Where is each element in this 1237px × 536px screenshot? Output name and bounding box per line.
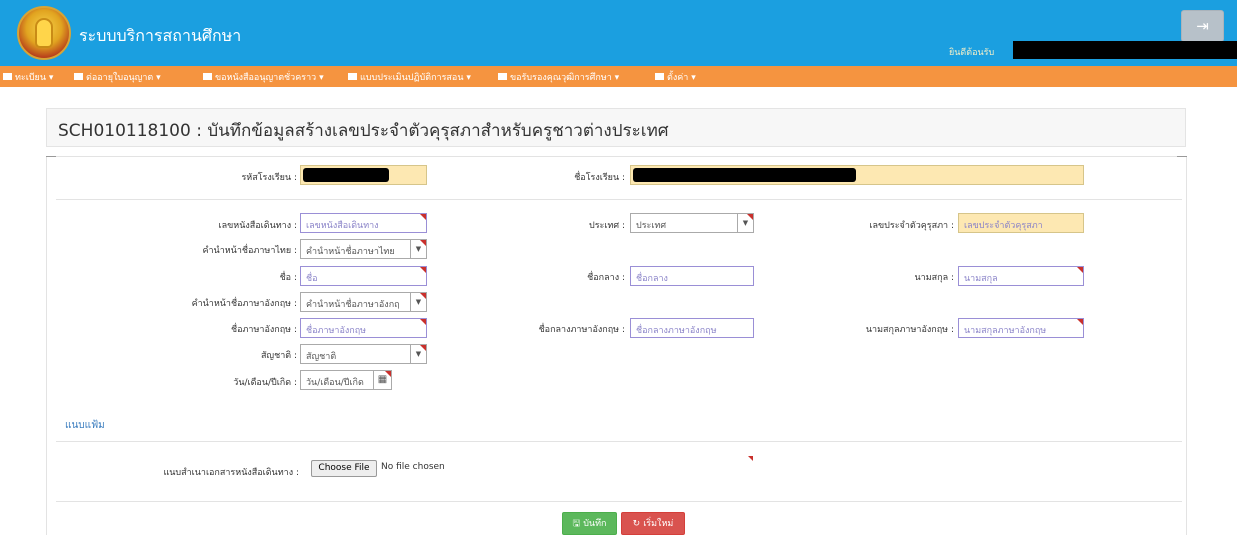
divider [56, 501, 1182, 502]
en-prefix-value: คำนำหน้าชื่อภาษาอังกฤ [306, 300, 400, 310]
dob-label: วัน/เดือน/ปีเกิด : [233, 378, 297, 388]
logout-button[interactable]: ⇥ [1181, 10, 1224, 42]
page-title: SCH010118100 : บันทึกข้อมูลสร้างเลขประจำ… [58, 121, 669, 141]
menu-list-icon [498, 73, 507, 80]
country-select[interactable]: ประเทศ ▼ [630, 213, 754, 233]
floppy-disk-icon: 🖫 [572, 519, 581, 529]
menu-teaching-evaluation[interactable]: แบบประเมินปฏิบัติการสอน ▾ [348, 70, 471, 84]
nationality-value: สัญชาติ [306, 352, 337, 362]
en-prefix-select[interactable]: คำนำหน้าชื่อภาษาอังกฤ ▼ [300, 292, 427, 312]
menu-list-icon [74, 73, 83, 80]
menu-label: ขอหนังสืออนุญาตชั่วคราว [215, 73, 317, 83]
en-last-name-label: นามสกุลภาษาอังกฤษ : [865, 325, 954, 335]
caret-down-icon: ▾ [691, 73, 696, 83]
menu-label: ต่ออายุใบอนุญาต [86, 73, 154, 83]
app-title: ระบบบริการสถานศึกษา [79, 26, 242, 45]
menu-list-icon [203, 73, 212, 80]
chevron-down-icon: ▼ [410, 293, 426, 311]
page-title-panel: SCH010118100 : บันทึกข้อมูลสร้างเลขประจำ… [46, 108, 1186, 147]
reset-button-label: เริ่มใหม่ [643, 519, 674, 529]
school-code-field [300, 165, 427, 185]
caret-down-icon: ▾ [466, 73, 471, 83]
en-prefix-label: คำนำหน้าชื่อภาษาอังกฤษ : [191, 299, 297, 309]
middle-name-label: ชื่อกลาง : [587, 273, 625, 283]
school-emblem-logo [17, 6, 71, 60]
divider [56, 199, 1182, 200]
menu-temporary-permit[interactable]: ขอหนังสืออนุญาตชั่วคราว ▾ [203, 70, 324, 84]
choose-file-button[interactable]: Choose File [311, 460, 377, 477]
menu-label: แบบประเมินปฏิบัติการสอน [360, 73, 464, 83]
thai-prefix-select[interactable]: คำนำหน้าชื่อภาษาไทย ▼ [300, 239, 427, 259]
menu-label: ตั้งค่า [667, 73, 689, 83]
user-name-redacted [1013, 41, 1237, 59]
school-name-field [630, 165, 1084, 185]
menu-qualification-certification[interactable]: ขอรับรองคุณวุฒิการศึกษา ▾ [498, 70, 619, 84]
nationality-select[interactable]: สัญชาติ ▼ [300, 344, 427, 364]
logout-icon: ⇥ [1196, 17, 1209, 35]
nationality-label: สัญชาติ : [260, 351, 297, 361]
caret-down-icon: ▾ [156, 73, 161, 83]
school-code-label: รหัสโรงเรียน : [241, 173, 297, 183]
menu-settings[interactable]: ตั้งค่า ▾ [655, 70, 696, 84]
menu-list-icon [3, 73, 12, 80]
chevron-down-icon: ▼ [410, 240, 426, 258]
save-button-label: บันทึก [583, 519, 607, 529]
last-name-label: นามสกุล : [914, 273, 955, 283]
menu-registration[interactable]: ทะเบียน ▾ [3, 70, 53, 84]
menu-label: ขอรับรองคุณวุฒิการศึกษา [510, 73, 612, 83]
caret-down-icon: ▾ [319, 73, 324, 83]
file-status-text: No file chosen [381, 462, 445, 472]
last-name-input[interactable]: นามสกุล [958, 266, 1084, 286]
main-menu-bar: ทะเบียน ▾ ต่ออายุใบอนุญาต ▾ ขอหนังสืออนุ… [0, 66, 1237, 87]
country-select-value: ประเทศ [636, 221, 667, 231]
passport-copy-label: แนบสำเนาเอกสารหนังสือเดินทาง : [163, 468, 299, 478]
chevron-down-icon: ▼ [410, 345, 426, 363]
menu-list-icon [655, 73, 664, 80]
en-last-name-input[interactable]: นามสกุลภาษาอังกฤษ [958, 318, 1084, 338]
first-name-input[interactable]: ชื่อ [300, 266, 427, 286]
dob-input[interactable]: วัน/เดือน/ปีเกิด ▦ [300, 370, 392, 390]
refresh-icon: ↻ [632, 519, 641, 529]
first-name-label: ชื่อ : [279, 273, 297, 283]
panel-corner [46, 156, 56, 164]
panel-corner [1177, 156, 1187, 164]
save-button[interactable]: 🖫 บันทึก [562, 512, 617, 535]
passport-input[interactable]: เลขหนังสือเดินทาง [300, 213, 427, 233]
kurusapa-id-field: เลขประจำตัวคุรุสภา [958, 213, 1084, 233]
en-middle-name-label: ชื่อกลางภาษาอังกฤษ : [538, 325, 625, 335]
top-header: ระบบบริการสถานศึกษา ⇥ ยินดีต้อนรับ [0, 0, 1237, 66]
calendar-icon[interactable]: ▦ [373, 371, 391, 389]
thai-prefix-label: คำนำหน้าชื่อภาษาไทย : [202, 246, 297, 256]
redacted-value [633, 168, 856, 182]
redacted-value [303, 168, 389, 182]
caret-down-icon: ▾ [614, 73, 620, 83]
school-name-label: ชื่อโรงเรียน : [574, 173, 625, 183]
passport-label: เลขหนังสือเดินทาง : [218, 221, 297, 231]
menu-license-renewal[interactable]: ต่ออายุใบอนุญาต ▾ [74, 70, 161, 84]
attachments-section-title: แนบแฟ้ม [65, 420, 105, 431]
caret-down-icon: ▾ [48, 73, 54, 83]
country-label: ประเทศ : [589, 221, 625, 231]
welcome-label: ยินดีต้อนรับ [949, 48, 995, 58]
en-first-name-label: ชื่อภาษาอังกฤษ : [230, 325, 297, 335]
menu-label: ทะเบียน [15, 73, 46, 83]
kurusapa-id-label: เลขประจำตัวคุรุสภา : [869, 221, 954, 231]
en-first-name-input[interactable]: ชื่อภาษาอังกฤษ [300, 318, 427, 338]
chevron-down-icon: ▼ [737, 214, 753, 232]
en-middle-name-input[interactable]: ชื่อกลางภาษาอังกฤษ [630, 318, 754, 338]
menu-list-icon [348, 73, 357, 80]
dob-value: วัน/เดือน/ปีเกิด [306, 378, 364, 388]
thai-prefix-value: คำนำหน้าชื่อภาษาไทย [306, 247, 395, 257]
reset-button[interactable]: ↻ เริ่มใหม่ [621, 512, 685, 535]
middle-name-input[interactable]: ชื่อกลาง [630, 266, 754, 286]
required-marker [748, 456, 753, 461]
divider [56, 441, 1182, 442]
